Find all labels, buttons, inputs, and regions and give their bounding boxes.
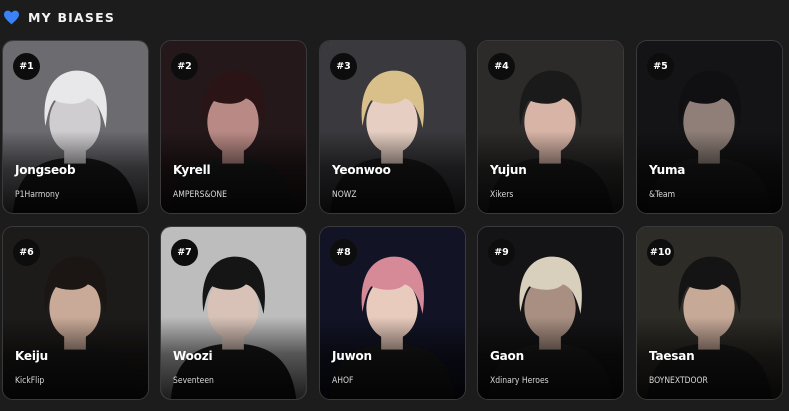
rank-badge: #3 (330, 53, 357, 80)
rank-badge: #8 (330, 239, 357, 266)
bias-name: Yeonwoo (332, 163, 391, 177)
bias-group: Seventeen (173, 376, 214, 386)
bias-group: NOWZ (332, 190, 357, 200)
bias-card[interactable]: #3 Yeonwoo NOWZ (319, 40, 466, 214)
bias-name: Keiju (15, 349, 48, 363)
bias-card[interactable]: #8 Juwon AHOF (319, 226, 466, 400)
bias-name: Woozi (173, 349, 213, 363)
bias-group: &Team (649, 190, 676, 200)
rank-badge: #10 (647, 239, 674, 266)
bias-group: BOYNEXTDOOR (649, 376, 708, 386)
bias-card[interactable]: #2 Kyrell AMPERS&ONE (160, 40, 307, 214)
rank-badge: #1 (13, 53, 40, 80)
rank-badge: #7 (171, 239, 198, 266)
bias-name: Juwon (332, 349, 372, 363)
bias-card[interactable]: #1 Jongseob P1Harmony (2, 40, 149, 214)
bias-name: Yuma (649, 163, 686, 177)
bias-card[interactable]: #7 Woozi Seventeen (160, 226, 307, 400)
bias-group: Xdinary Heroes (490, 376, 549, 386)
bias-card[interactable]: #5 Yuma &Team (636, 40, 783, 214)
bias-name: Yujun (490, 163, 527, 177)
bias-name: Gaon (490, 349, 524, 363)
bias-card[interactable]: #4 Yujun Xikers (477, 40, 624, 214)
bias-group: KickFlip (15, 376, 45, 386)
bias-card[interactable]: #10 Taesan BOYNEXTDOOR (636, 226, 783, 400)
rank-badge: #4 (488, 53, 515, 80)
bias-group: AMPERS&ONE (173, 190, 227, 200)
rank-badge: #2 (171, 53, 198, 80)
rank-badge: #5 (647, 53, 674, 80)
bias-card[interactable]: #9 Gaon Xdinary Heroes (477, 226, 624, 400)
bias-name: Jongseob (15, 163, 76, 177)
bias-group: AHOF (332, 376, 354, 386)
bias-group: Xikers (490, 190, 514, 200)
bias-name: Kyrell (173, 163, 211, 177)
bias-grid: #1 Jongseob P1Harmony #2 Kyrell AMPERS&ONE #3 Y… (0, 0, 789, 411)
rank-badge: #6 (13, 239, 40, 266)
rank-badge: #9 (488, 239, 515, 266)
bias-card[interactable]: #6 Keiju KickFlip (2, 226, 149, 400)
bias-name: Taesan (649, 349, 695, 363)
bias-group: P1Harmony (15, 190, 60, 200)
